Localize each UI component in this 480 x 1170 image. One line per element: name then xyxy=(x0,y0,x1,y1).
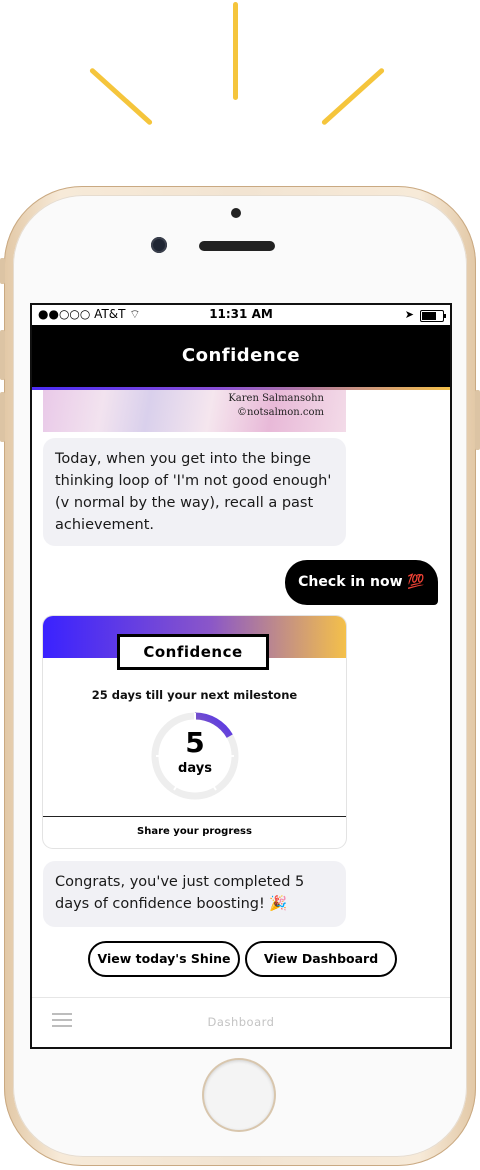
quote-image[interactable]: Karen Salmansohn ©notsalmon.com xyxy=(43,390,346,432)
status-bar: ●●○○○ AT&T ⌔ 11:31 AM ➤ xyxy=(32,305,450,325)
card-title: Confidence xyxy=(117,634,269,670)
decorative-ray-center xyxy=(233,2,238,100)
milestone-text: 25 days till your next milestone xyxy=(91,688,298,702)
bottom-tab-bar: Dashboard xyxy=(32,997,450,1047)
days-count: 5 xyxy=(185,726,205,759)
volume-up-button xyxy=(0,330,5,380)
image-credit-site: ©notsalmon.com xyxy=(237,407,324,418)
page-title: Confidence xyxy=(32,325,450,387)
volume-down-button xyxy=(0,392,5,442)
tip-message-bubble: Today, when you get into the binge think… xyxy=(43,438,346,546)
view-shine-button[interactable]: View today's Shine xyxy=(88,941,240,977)
check-in-button[interactable]: Check in now 💯 xyxy=(285,560,438,605)
image-credit-author: Karen Salmansohn xyxy=(228,393,324,404)
decorative-ray-right xyxy=(320,67,386,126)
status-time: 11:31 AM xyxy=(209,307,273,321)
location-arrow-icon: ➤ xyxy=(404,308,414,321)
mute-switch xyxy=(0,258,5,284)
battery-icon xyxy=(420,310,446,322)
app-screen: ●●○○○ AT&T ⌔ 11:31 AM ➤ Confidence Karen… xyxy=(30,303,452,1049)
congrats-message-bubble: Congrats, you've just completed 5 days o… xyxy=(43,861,346,927)
share-progress-button[interactable]: Share your progress xyxy=(43,816,346,848)
proximity-sensor xyxy=(231,208,241,218)
view-dashboard-button[interactable]: View Dashboard xyxy=(245,941,397,977)
earpiece-speaker xyxy=(199,241,275,251)
progress-card: Confidence 25 days till your next milest… xyxy=(43,616,346,848)
front-camera-icon xyxy=(151,237,167,253)
home-button[interactable] xyxy=(204,1060,274,1130)
image-credit: Karen Salmansohn ©notsalmon.com xyxy=(228,392,324,420)
decorative-ray-left xyxy=(88,67,154,126)
tab-dashboard[interactable]: Dashboard xyxy=(32,1015,450,1029)
days-label: days xyxy=(178,761,212,776)
power-button xyxy=(475,390,480,450)
